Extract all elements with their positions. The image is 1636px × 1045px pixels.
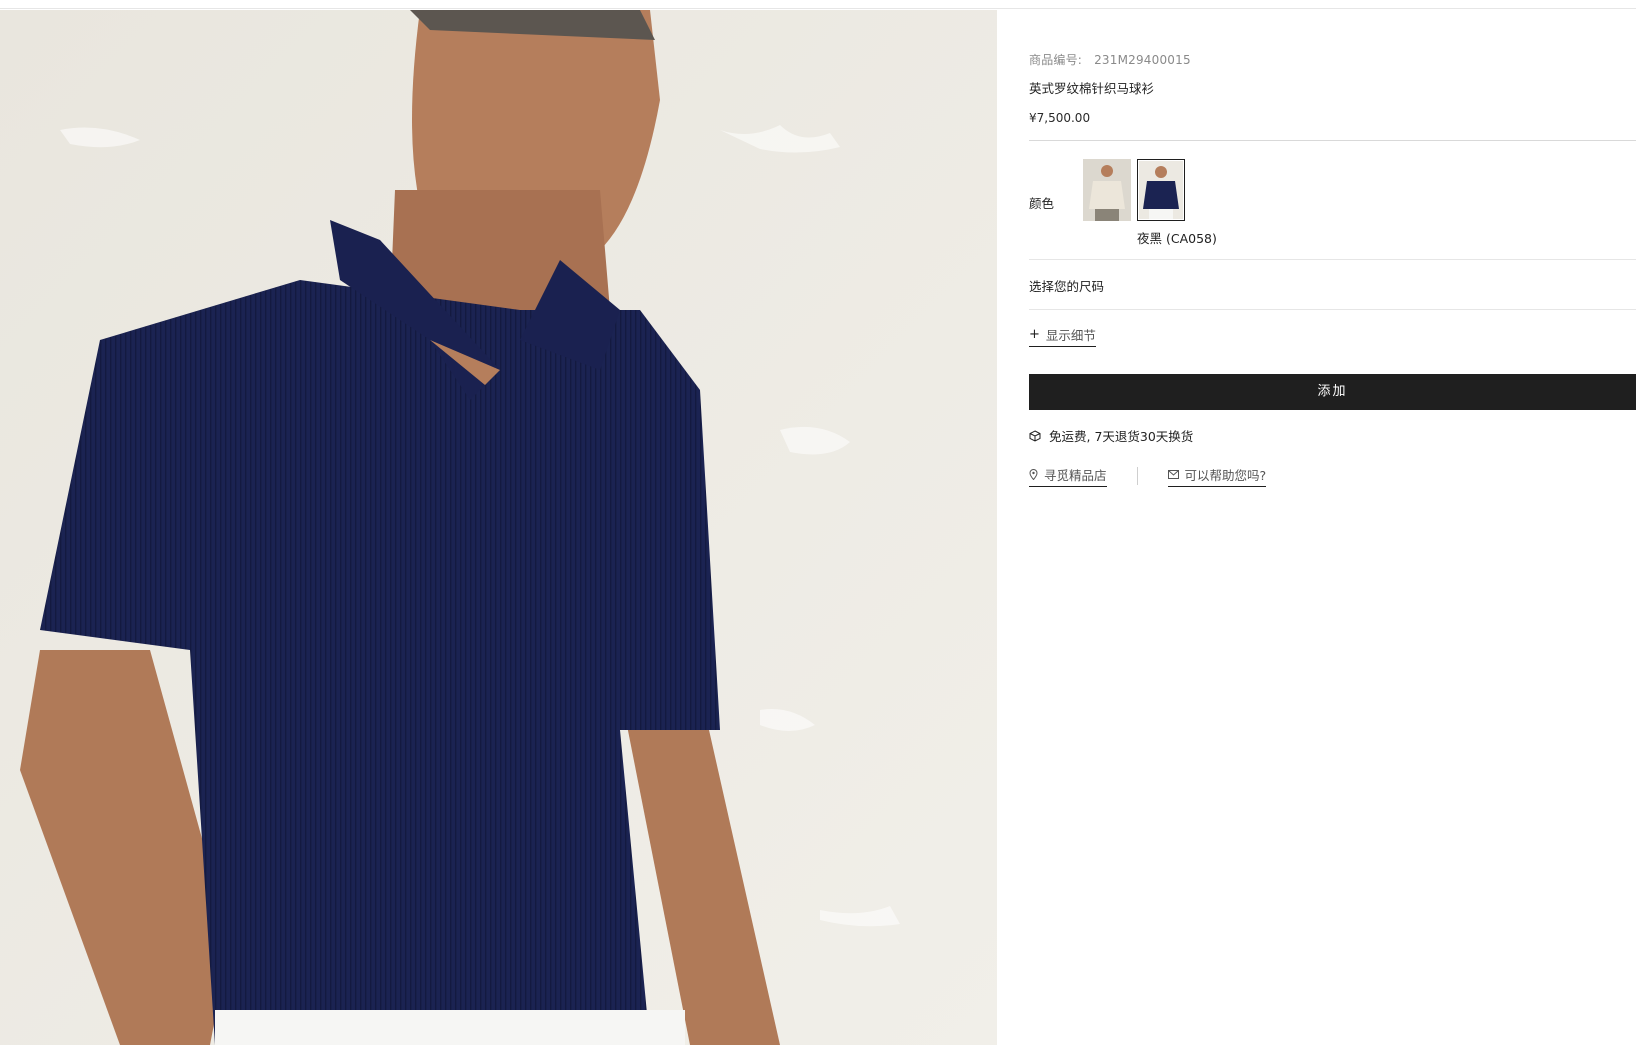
mail-icon [1167, 470, 1179, 479]
header-divider [0, 0, 1636, 9]
shipping-text: 免运费, 7天退货30天换货 [1049, 429, 1194, 444]
box-icon [1029, 429, 1041, 442]
size-select[interactable]: 选择您的尺码 [1029, 276, 1636, 295]
shipping-info: 免运费, 7天退货30天换货 [1029, 426, 1193, 445]
sku-label: 商品编号: [1029, 53, 1083, 67]
divider [1029, 309, 1636, 310]
sku-line: 商品编号: 231M29400015 [1029, 51, 1636, 68]
add-to-cart-button[interactable]: 添加 [1029, 374, 1636, 410]
selected-color-caption: 夜黑 (CA058) [1137, 231, 1217, 246]
help-links: 寻觅精品店 可以帮助您吗? [1029, 465, 1267, 487]
show-details-label: 显示细节 [1045, 328, 1096, 343]
show-details-toggle[interactable]: + 显示细节 [1029, 325, 1096, 347]
help-label: 可以帮助您吗? [1184, 468, 1267, 483]
store-locator-label: 寻觅精品店 [1044, 468, 1107, 483]
product-details-panel: 商品编号: 231M29400015 英式罗纹棉针织马球衫 ¥7,500.00 … [1029, 10, 1636, 1045]
color-swatch-navy[interactable] [1137, 159, 1185, 221]
product-photo-placeholder [0, 10, 997, 1045]
product-title: 英式罗纹棉针织马球衫 [1029, 81, 1155, 96]
swatch-image-navy [1139, 161, 1183, 219]
link-separator [1136, 467, 1138, 485]
help-link[interactable]: 可以帮助您吗? [1167, 465, 1267, 487]
product-image[interactable] [0, 10, 997, 1045]
color-swatch-beige[interactable] [1083, 159, 1131, 221]
color-label: 颜色 [1029, 196, 1055, 211]
divider [1029, 259, 1636, 260]
plus-icon: + [1029, 327, 1040, 342]
sku-value: 231M29400015 [1094, 53, 1191, 67]
product-price: ¥7,500.00 [1029, 111, 1091, 125]
location-pin-icon [1029, 469, 1038, 480]
swatch-image-beige [1083, 159, 1131, 221]
store-locator-link[interactable]: 寻觅精品店 [1029, 465, 1107, 487]
divider [1029, 140, 1636, 141]
